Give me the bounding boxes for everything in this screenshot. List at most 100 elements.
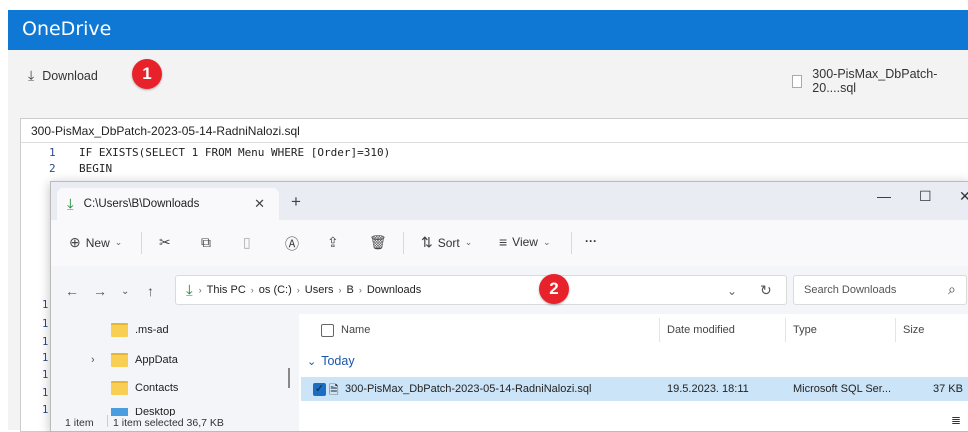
line-number: 1 — [42, 318, 49, 330]
nav-item-ms-ad[interactable]: .ms-ad — [111, 323, 169, 337]
paste-button[interactable]: ▯ — [243, 234, 251, 251]
refresh-button[interactable]: ↻ — [760, 282, 772, 299]
current-file-name: 300-PisMax_DbPatch-20....sql — [812, 67, 938, 95]
line-number: 1 — [42, 369, 49, 381]
cut-button[interactable]: ✂ — [159, 234, 171, 251]
breadcrumb-separator: › — [250, 285, 254, 295]
view-button[interactable]: ≡ View ⌄ — [499, 234, 551, 250]
address-dropdown-icon[interactable]: ⌄ — [727, 284, 737, 298]
new-tab-button[interactable]: + — [291, 192, 301, 212]
line-number: 1 — [42, 336, 49, 348]
file-explorer-window: ⤓ C:\Users\B\Downloads ✕ + — ☐ ✕ ⊕ New ⌄… — [50, 181, 968, 432]
file-size: 37 KB — [933, 383, 963, 395]
explorer-tab[interactable]: ⤓ C:\Users\B\Downloads ✕ — [57, 188, 279, 220]
file-type: Microsoft SQL Ser... — [793, 383, 892, 395]
line-number: 1 — [42, 352, 49, 364]
back-button[interactable]: ← — [65, 283, 79, 299]
explorer-titlebar: ⤓ C:\Users\B\Downloads ✕ + — ☐ ✕ — [51, 182, 968, 220]
breadcrumb-b[interactable]: B — [347, 284, 354, 296]
line-number: 1 — [42, 387, 49, 399]
download-button[interactable]: ⤓ Download — [28, 67, 98, 84]
nav-scrollbar[interactable] — [288, 368, 290, 388]
delete-button[interactable]: 🗑 — [369, 234, 387, 251]
search-box[interactable]: Search Downloads ⌕ — [793, 275, 967, 305]
file-icon — [792, 74, 803, 88]
folder-icon — [111, 381, 128, 395]
file-list: Name Date modified Type Size ⌄ Today ✓ 🗎… — [299, 314, 968, 431]
download-folder-icon: ⤓ — [67, 195, 74, 213]
new-button[interactable]: ⊕ New ⌄ — [69, 234, 122, 251]
sort-label: Sort — [437, 235, 460, 250]
nav-item-label: Contacts — [135, 382, 179, 394]
chevron-down-icon: ⌄ — [542, 236, 551, 247]
status-separator — [107, 415, 108, 427]
trash-icon: 🗑 — [369, 234, 387, 250]
toolbar-separator — [571, 232, 572, 254]
breadcrumb-separator: › — [296, 285, 300, 295]
details-view-button[interactable]: ≣ — [951, 413, 961, 427]
address-bar[interactable]: ⤓ › This PC › os (C:) › Users › B › Down… — [175, 275, 787, 305]
more-options-button[interactable]: ··· — [585, 234, 597, 248]
command-bar: ⊕ New ⌄ ✂ ⧉ ▯ Ⓐ ⇪ 🗑 ⇅ Sort ⌄ ≡ View ⌄ ··… — [51, 220, 968, 267]
breadcrumb-this-pc[interactable]: This PC — [207, 284, 246, 296]
share-icon: ⇪ — [327, 234, 339, 250]
sql-file-icon: 🗎 — [329, 383, 339, 397]
tab-title: C:\Users\B\Downloads — [83, 198, 200, 210]
breadcrumb-users[interactable]: Users — [305, 284, 334, 296]
line-number: 1 — [42, 299, 49, 311]
scissors-icon: ✂ — [159, 234, 171, 250]
status-item-count: 1 item — [65, 417, 94, 429]
nav-item-label: AppData — [135, 354, 178, 366]
recent-locations-button[interactable]: ⌄ — [121, 286, 129, 297]
download-icon: ⤓ — [28, 67, 35, 83]
nav-item-appdata[interactable]: AppData — [111, 353, 178, 367]
column-header-date[interactable]: Date modified — [667, 324, 735, 336]
share-button[interactable]: ⇪ — [327, 234, 339, 251]
toolbar-separator — [403, 232, 404, 254]
breadcrumb-os-c[interactable]: os (C:) — [259, 284, 292, 296]
minimize-button[interactable]: — — [877, 188, 891, 204]
view-icon: ≡ — [499, 234, 508, 250]
up-button[interactable]: ↑ — [147, 283, 154, 299]
breadcrumb-separator: › — [338, 285, 342, 295]
nav-item-contacts[interactable]: Contacts — [111, 381, 178, 395]
column-header-size[interactable]: Size — [903, 324, 924, 336]
column-separator — [895, 318, 896, 342]
chevron-right-icon[interactable]: › — [91, 354, 95, 366]
chevron-down-icon: ⌄ — [307, 355, 317, 368]
forward-button[interactable]: → — [93, 283, 107, 299]
plus-circle-icon: ⊕ — [69, 234, 81, 250]
onedrive-header: OneDrive — [8, 10, 968, 50]
download-folder-icon: ⤓ — [186, 281, 193, 299]
sort-icon: ⇅ — [421, 234, 433, 250]
column-separator — [785, 318, 786, 342]
status-selection: 1 item selected 36,7 KB — [113, 417, 224, 429]
search-icon: ⌕ — [948, 281, 956, 297]
tab-close-icon[interactable]: ✕ — [254, 196, 265, 212]
onedrive-toolbar: ⤓ Download 1 300-PisMax_DbPatch-20....sq… — [8, 50, 968, 99]
rename-icon: Ⓐ — [285, 236, 299, 252]
line-number: 2 — [49, 162, 56, 175]
sort-button[interactable]: ⇅ Sort ⌄ — [421, 234, 472, 251]
breadcrumb-downloads[interactable]: Downloads — [367, 284, 421, 296]
app-title: OneDrive — [22, 18, 112, 40]
group-label: Today — [321, 354, 355, 368]
group-header-today[interactable]: ⌄ Today — [307, 354, 355, 368]
step-badge-2: 2 — [539, 274, 569, 304]
line-number: 1 — [49, 146, 56, 159]
close-window-button[interactable]: ✕ — [959, 188, 968, 205]
copy-button[interactable]: ⧉ — [201, 234, 211, 251]
view-label: View — [512, 235, 538, 249]
chevron-down-icon: ⌄ — [114, 237, 123, 247]
rename-button[interactable]: Ⓐ — [285, 234, 299, 254]
folder-icon — [111, 353, 128, 367]
column-header-type[interactable]: Type — [793, 324, 817, 336]
table-row[interactable]: ✓ 🗎 300-PisMax_DbPatch-2023-05-14-RadniN… — [301, 377, 968, 401]
file-date: 19.5.2023. 18:11 — [667, 383, 749, 395]
maximize-button[interactable]: ☐ — [919, 188, 932, 205]
column-header-name[interactable]: Name — [341, 324, 370, 336]
select-all-checkbox[interactable] — [321, 324, 334, 337]
status-bar: 1 item 1 item selected 36,7 KB — [51, 413, 351, 431]
breadcrumb-separator: › — [358, 285, 362, 295]
row-checkbox[interactable]: ✓ — [313, 383, 326, 396]
